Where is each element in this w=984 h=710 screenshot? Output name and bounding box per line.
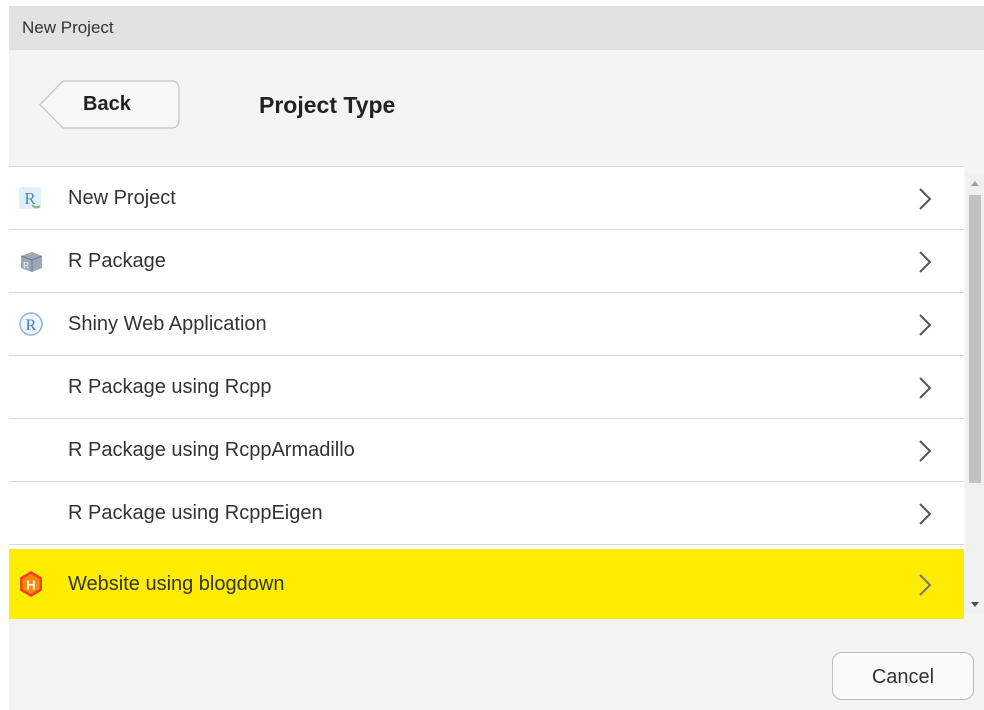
r-project-icon: R [18, 185, 42, 211]
window-title: New Project [22, 18, 114, 37]
list-item-label: Website using blogdown [68, 573, 285, 595]
chevron-right-icon [918, 187, 932, 211]
list-item-label: R Package [68, 250, 166, 272]
scroll-up-arrow-icon[interactable] [970, 179, 980, 187]
back-button-label: Back [83, 93, 131, 115]
chevron-right-icon [918, 313, 932, 337]
svg-text:R: R [24, 189, 36, 208]
list-item-website-blogdown[interactable]: H Website using blogdown [9, 549, 964, 619]
svg-text:H: H [26, 578, 35, 593]
scrollbar-thumb[interactable] [969, 195, 981, 483]
chevron-right-icon [918, 250, 932, 274]
title-bar: New Project [9, 6, 984, 50]
page-title: Project Type [259, 92, 396, 118]
list-item-label: R Package using RcppEigen [68, 502, 323, 524]
list-item-label: New Project [68, 187, 176, 209]
chevron-right-icon [918, 502, 932, 526]
cancel-button[interactable]: Cancel [832, 652, 974, 700]
cancel-button-label: Cancel [871, 666, 935, 688]
scroll-down-arrow-icon[interactable] [970, 601, 980, 609]
r-package-icon: R [18, 248, 43, 274]
list-item-r-package-rcpparmadillo[interactable]: R Package using RcppArmadillo [9, 419, 964, 482]
list-item-new-project[interactable]: R New Project [9, 167, 964, 230]
list-item-r-package-rcppeigen[interactable]: R Package using RcppEigen [9, 482, 964, 545]
chevron-right-icon [918, 439, 932, 463]
back-button[interactable]: Back [39, 80, 180, 129]
list-item-shiny-web-application[interactable]: R Shiny Web Application [9, 293, 964, 356]
project-type-list: R New Project R R Package R Shiny Web Ap… [9, 166, 964, 619]
chevron-right-icon [918, 573, 932, 597]
hugo-icon: H [18, 570, 42, 597]
chevron-right-icon [918, 376, 932, 400]
list-item-label: Shiny Web Application [68, 313, 267, 335]
list-scrollbar[interactable] [966, 173, 984, 613]
new-project-dialog: New Project Back Project Type R New Proj… [9, 6, 984, 710]
shiny-icon: R [18, 311, 43, 337]
svg-text:R: R [23, 261, 29, 270]
list-item-label: R Package using RcppArmadillo [68, 439, 355, 461]
list-item-label: R Package using Rcpp [68, 376, 272, 398]
list-item-r-package-rcpp[interactable]: R Package using Rcpp [9, 356, 964, 419]
list-item-r-package[interactable]: R R Package [9, 230, 964, 293]
svg-text:R: R [26, 317, 37, 334]
